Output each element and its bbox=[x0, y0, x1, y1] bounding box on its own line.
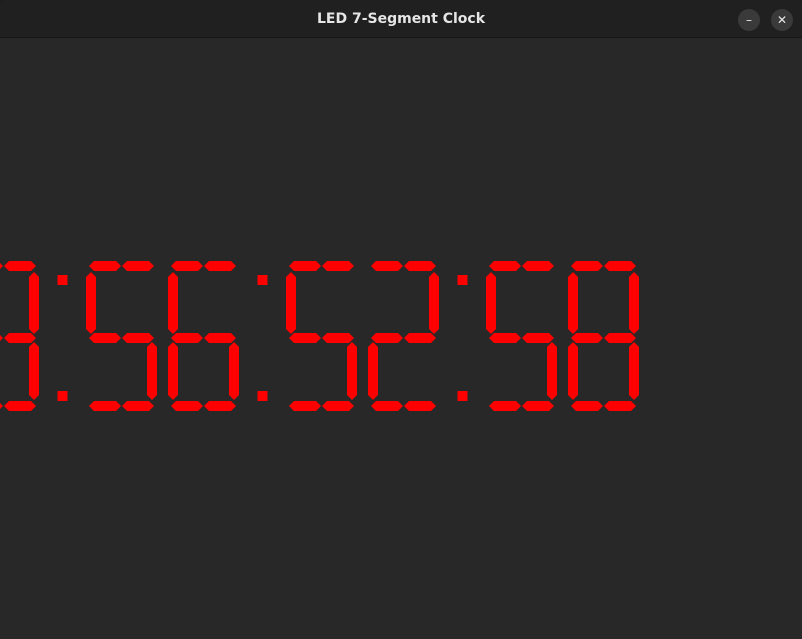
close-icon[interactable]: ✕ bbox=[771, 9, 793, 31]
digit-0-segment-a-left bbox=[0, 263, 3, 269]
digit-4-segment-g-left bbox=[371, 333, 403, 343]
colon-1-dot-bottom bbox=[257, 391, 268, 401]
digit-4-segment-a-right bbox=[404, 261, 436, 271]
app-window: LED 7-Segment Clock – ✕ bbox=[0, 0, 802, 639]
digit-6-segment-d-left bbox=[571, 401, 603, 411]
digit-2-segment-d-right bbox=[204, 401, 236, 411]
digit-6-segment-a-right bbox=[604, 261, 636, 271]
digit-0-segment-c bbox=[29, 342, 39, 400]
digit-5-segment-g-right bbox=[522, 333, 554, 343]
seven-segment-display bbox=[0, 261, 639, 411]
digit-1-segment-d-left bbox=[89, 401, 121, 411]
digit-4-segment-d-right bbox=[404, 401, 436, 411]
digit-2-segment-c bbox=[229, 342, 239, 400]
colon-2-dot-bottom bbox=[457, 391, 468, 401]
digit-4-segment-d-left bbox=[371, 401, 403, 411]
minimize-icon[interactable]: – bbox=[738, 9, 760, 31]
digit-6-segment-c bbox=[629, 342, 639, 400]
digit-3-segment-a-left bbox=[289, 261, 321, 271]
digit-6-segment-g-left bbox=[571, 333, 603, 343]
digit-2-segment-g-right bbox=[204, 333, 236, 343]
digit-3-segment-d-right bbox=[322, 401, 354, 411]
digit-1-segment-g-right bbox=[122, 333, 154, 343]
digit-6-segment-e bbox=[568, 342, 578, 400]
digit-0-segment-b bbox=[29, 272, 39, 334]
window-title: LED 7-Segment Clock bbox=[316, 11, 486, 27]
digit-2-segment-a-right bbox=[204, 261, 236, 271]
digit-5-segment-g-left bbox=[489, 333, 521, 343]
clock-canvas bbox=[0, 38, 802, 639]
digit-6-segment-b bbox=[629, 272, 639, 334]
digit-2-segment-d-left bbox=[171, 401, 203, 411]
digit-5-segment-c bbox=[547, 342, 557, 400]
digit-2-segment-f bbox=[168, 272, 178, 334]
digit-1-segment-d-right bbox=[122, 401, 154, 411]
digit-4-segment-g-right bbox=[404, 333, 436, 343]
digit-0-segment-g-right bbox=[4, 333, 36, 343]
colon-0-dot-top bbox=[57, 275, 68, 285]
digit-6-segment-d-right bbox=[604, 401, 636, 411]
digit-3-segment-d-left bbox=[289, 401, 321, 411]
digit-1-segment-g-left bbox=[89, 333, 121, 343]
digit-5-segment-d-right bbox=[522, 401, 554, 411]
digit-4-segment-b bbox=[429, 272, 439, 334]
digit-0-segment-g-left bbox=[0, 335, 3, 341]
digit-1-segment-a-right bbox=[122, 261, 154, 271]
digit-6-segment-f bbox=[568, 272, 578, 334]
digit-3-segment-f bbox=[286, 272, 296, 334]
digit-3-segment-c bbox=[347, 342, 357, 400]
digit-5-segment-f bbox=[486, 272, 496, 334]
digit-1-segment-c bbox=[147, 342, 157, 400]
digit-3-segment-g-left bbox=[289, 333, 321, 343]
title-bar[interactable]: LED 7-Segment Clock – ✕ bbox=[0, 0, 802, 38]
digit-0-segment-d-left bbox=[0, 403, 3, 409]
digit-2-segment-g-left bbox=[171, 333, 203, 343]
digit-3-segment-a-right bbox=[322, 261, 354, 271]
digit-1-segment-f bbox=[86, 272, 96, 334]
colon-2-dot-top bbox=[457, 275, 468, 285]
digit-2-segment-a-left bbox=[171, 261, 203, 271]
digit-5-segment-d-left bbox=[489, 401, 521, 411]
digit-4-segment-a-left bbox=[371, 261, 403, 271]
digit-0-segment-a-right bbox=[4, 261, 36, 271]
digit-3-segment-g-right bbox=[322, 333, 354, 343]
digit-5-segment-a-left bbox=[489, 261, 521, 271]
digit-0-segment-d-right bbox=[4, 401, 36, 411]
digit-5-segment-a-right bbox=[522, 261, 554, 271]
digit-6-segment-a-left bbox=[571, 261, 603, 271]
colon-0-dot-bottom bbox=[57, 391, 68, 401]
digit-6-segment-g-right bbox=[604, 333, 636, 343]
digit-1-segment-a-left bbox=[89, 261, 121, 271]
colon-1-dot-top bbox=[257, 275, 268, 285]
digit-4-segment-e bbox=[368, 342, 378, 400]
digit-2-segment-e bbox=[168, 342, 178, 400]
